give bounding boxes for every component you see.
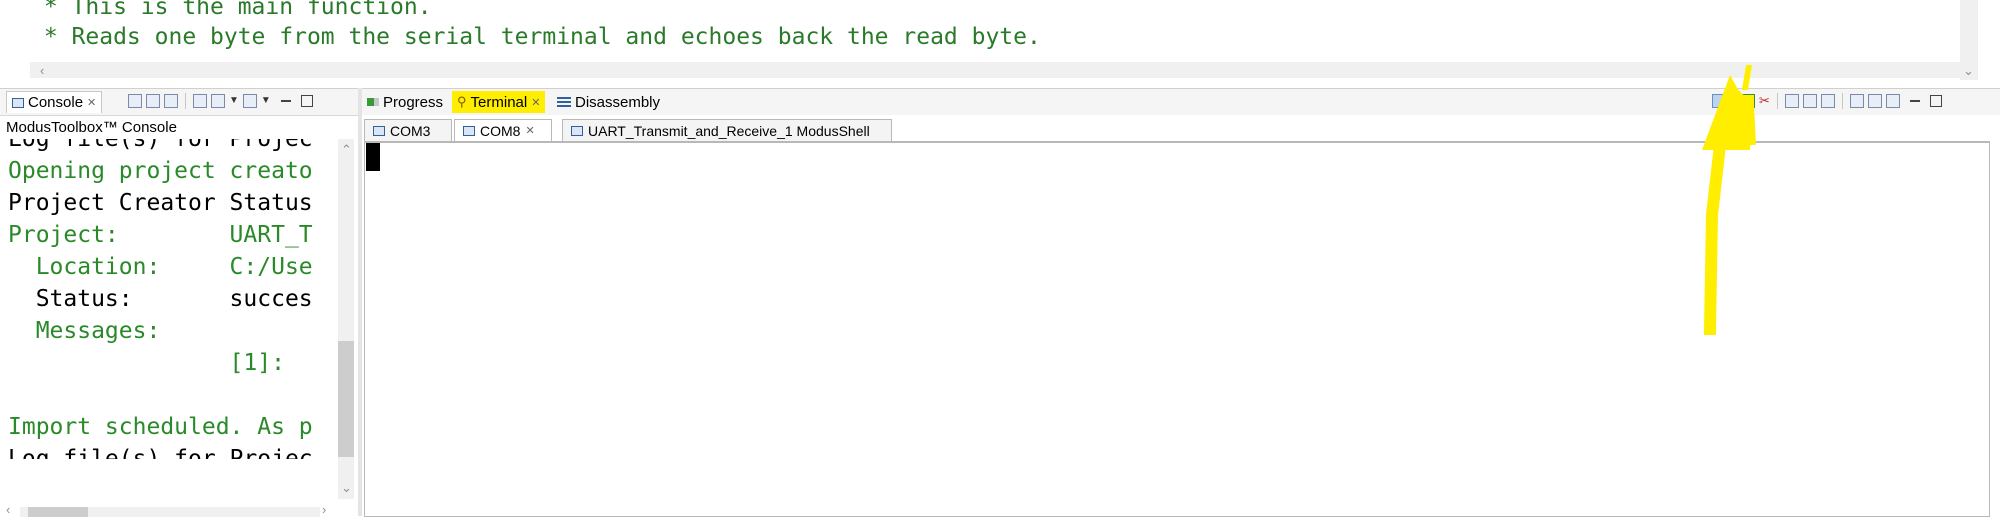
console-icon bbox=[12, 97, 24, 108]
tab-label: Console bbox=[28, 94, 84, 111]
toolbar-separator bbox=[1841, 93, 1843, 109]
tab-terminal[interactable]: ⚲ Terminal ✕ bbox=[452, 91, 546, 113]
clear-terminal-icon[interactable] bbox=[1802, 94, 1817, 108]
console-line: Log file(s) for Projec bbox=[8, 139, 313, 152]
tab-console[interactable]: Console ✕ bbox=[6, 91, 103, 113]
display-console-icon[interactable] bbox=[211, 94, 225, 108]
session-label: COM8 bbox=[480, 122, 521, 139]
disassembly-icon bbox=[557, 97, 571, 107]
minimize-icon[interactable] bbox=[1909, 100, 1920, 102]
scrollbar-thumb[interactable] bbox=[338, 341, 354, 457]
console-panel: Console ✕ ▼ ▼ ModusToolbox™ Console Log … bbox=[0, 88, 360, 517]
chevron-left-icon[interactable]: ‹ bbox=[6, 503, 10, 516]
console-tab-bar: Console ✕ ▼ ▼ bbox=[0, 89, 360, 116]
terminal-icon: ⚲ bbox=[457, 94, 467, 109]
word-wrap-icon[interactable] bbox=[164, 94, 178, 108]
tab-label: Terminal bbox=[470, 93, 528, 111]
console-title: ModusToolbox™ Console bbox=[6, 119, 177, 136]
chevron-up-icon[interactable]: ⌃ bbox=[341, 143, 352, 156]
find-icon[interactable] bbox=[1885, 94, 1900, 108]
console-toolbar: ▼ ▼ bbox=[128, 93, 313, 109]
toolbar-separator bbox=[185, 93, 186, 109]
console-line: Project: UART_T bbox=[8, 222, 313, 248]
copy-icon[interactable] bbox=[1849, 94, 1864, 108]
tab-label: Disassembly bbox=[575, 93, 661, 111]
paste-icon[interactable] bbox=[1867, 94, 1882, 108]
close-icon[interactable]: ✕ bbox=[525, 124, 534, 137]
chevron-down-icon[interactable]: ▼ bbox=[261, 96, 271, 106]
annotation-arrow bbox=[1702, 65, 1756, 335]
chevron-down-icon[interactable]: ⌄ bbox=[1963, 64, 1974, 77]
progress-icon bbox=[367, 98, 379, 106]
session-label: UART_Transmit_and_Receive_1 ModusShell bbox=[588, 122, 870, 139]
tab-label: Progress bbox=[383, 93, 444, 111]
scroll-lock-icon[interactable] bbox=[1820, 94, 1835, 108]
open-console-icon[interactable] bbox=[242, 94, 257, 108]
monitor-icon bbox=[571, 125, 583, 136]
console-line: Status: succes bbox=[8, 286, 313, 312]
terminal-cursor bbox=[366, 143, 380, 171]
editor-vertical-scrollbar[interactable]: ⌄ bbox=[1960, 0, 1978, 80]
console-output[interactable]: Log file(s) for Projec Opening project c… bbox=[8, 139, 338, 459]
clear-console-icon[interactable] bbox=[128, 94, 142, 108]
chevron-left-icon[interactable]: ‹ bbox=[40, 64, 44, 77]
editor-horizontal-scrollbar[interactable]: ‹ bbox=[30, 62, 1960, 78]
console-line: [1]: bbox=[8, 350, 285, 376]
session-tab-com8[interactable]: COM8 ✕ bbox=[454, 119, 552, 141]
maximize-icon[interactable] bbox=[1929, 95, 1942, 107]
code-line: * This is the main function. bbox=[30, 0, 432, 20]
scroll-lock-icon[interactable] bbox=[146, 94, 160, 108]
console-line: Messages: bbox=[8, 318, 161, 344]
session-label: COM3 bbox=[390, 122, 431, 139]
chevron-down-icon[interactable]: ⌄ bbox=[341, 481, 352, 494]
console-line: Opening project creato bbox=[8, 158, 313, 184]
monitor-icon bbox=[373, 125, 385, 136]
chevron-down-icon[interactable]: ▼ bbox=[229, 96, 239, 106]
console-line: Import scheduled. As p bbox=[8, 414, 313, 440]
minimize-icon[interactable] bbox=[280, 100, 291, 102]
maximize-icon[interactable] bbox=[300, 95, 313, 107]
monitor-icon bbox=[463, 125, 475, 136]
console-line: Log file(s) for Projec bbox=[8, 446, 313, 459]
code-line: * Reads one byte from the serial termina… bbox=[30, 24, 1041, 50]
close-icon[interactable]: ✕ bbox=[531, 96, 540, 109]
chevron-right-icon[interactable]: › bbox=[322, 503, 326, 516]
console-line: Location: C:/Use bbox=[8, 254, 313, 280]
pin-console-icon[interactable] bbox=[193, 94, 207, 108]
session-tab-com3[interactable]: COM3 bbox=[364, 119, 452, 141]
console-line: Project Creator Status bbox=[8, 190, 313, 216]
close-icon[interactable]: ✕ bbox=[87, 96, 96, 109]
session-tab-modusshell[interactable]: UART_Transmit_and_Receive_1 ModusShell bbox=[562, 119, 892, 141]
tab-disassembly[interactable]: Disassembly bbox=[552, 91, 665, 113]
tab-progress[interactable]: Progress bbox=[362, 91, 448, 113]
